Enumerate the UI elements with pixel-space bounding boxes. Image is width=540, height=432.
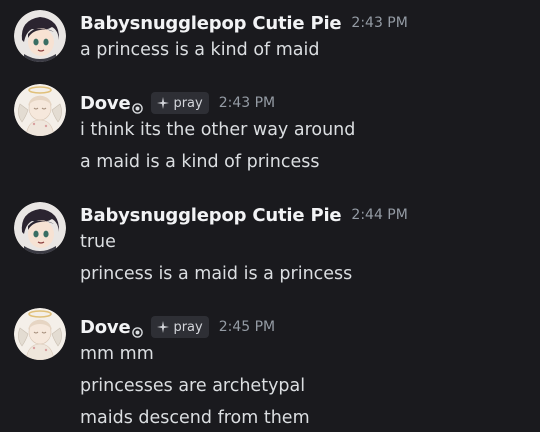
message-text: princesses are archetypal	[80, 376, 306, 396]
spiral-icon	[132, 323, 144, 338]
message-header: Babysnugglepop Cutie Pie 2:44 PM	[80, 203, 408, 227]
sparkle-icon	[157, 321, 170, 333]
timestamp[interactable]: 2:43 PM	[219, 95, 275, 111]
angel-halo-avatar-icon	[14, 308, 66, 360]
username[interactable]: Babysnugglepop Cutie Pie	[80, 13, 342, 34]
role-tag[interactable]: pray	[151, 316, 209, 338]
message-header: Babysnugglepop Cutie Pie 2:43 PM	[80, 11, 408, 35]
role-tag-label: pray	[173, 319, 203, 335]
message-text: a maid is a kind of princess	[80, 152, 320, 172]
chat-message-list: Babysnugglepop Cutie Pie 2:43 PM a princ…	[0, 0, 540, 432]
role-tag[interactable]: pray	[151, 92, 209, 114]
angel-halo-avatar-icon	[14, 84, 66, 136]
user-avatar[interactable]	[14, 202, 66, 254]
user-avatar[interactable]	[14, 84, 66, 136]
username[interactable]: Dove	[80, 317, 131, 338]
role-tag-label: pray	[173, 95, 203, 111]
timestamp[interactable]: 2:43 PM	[351, 15, 407, 31]
message-text: princess is a maid is a princess	[80, 264, 353, 284]
message-header: Dove pray 2:43 PM	[80, 91, 275, 115]
message-group: Babysnugglepop Cutie Pie 2:44 PM true pr…	[0, 192, 540, 304]
message-text: mm mm	[80, 344, 154, 364]
sparkle-icon	[157, 97, 170, 109]
message-header: Dove pray 2:45 PM	[80, 315, 275, 339]
username[interactable]: Babysnugglepop Cutie Pie	[80, 205, 342, 226]
message-text: maids descend from them	[80, 408, 310, 428]
anime-girl-avatar-icon	[14, 202, 66, 254]
timestamp[interactable]: 2:45 PM	[219, 319, 275, 335]
message-group: Dove pray 2:45 PM mm mm princesses are a…	[0, 304, 540, 432]
user-avatar[interactable]	[14, 10, 66, 62]
username[interactable]: Dove	[80, 93, 131, 114]
message-group: Babysnugglepop Cutie Pie 2:43 PM a princ…	[0, 0, 540, 80]
message-group: Dove pray 2:43 PM i think its the other …	[0, 80, 540, 192]
message-text: a princess is a kind of maid	[80, 40, 320, 60]
user-avatar[interactable]	[14, 308, 66, 360]
timestamp[interactable]: 2:44 PM	[351, 207, 407, 223]
anime-girl-avatar-icon	[14, 10, 66, 62]
message-text: true	[80, 232, 116, 252]
spiral-icon	[132, 99, 144, 114]
message-text: i think its the other way around	[80, 120, 356, 140]
